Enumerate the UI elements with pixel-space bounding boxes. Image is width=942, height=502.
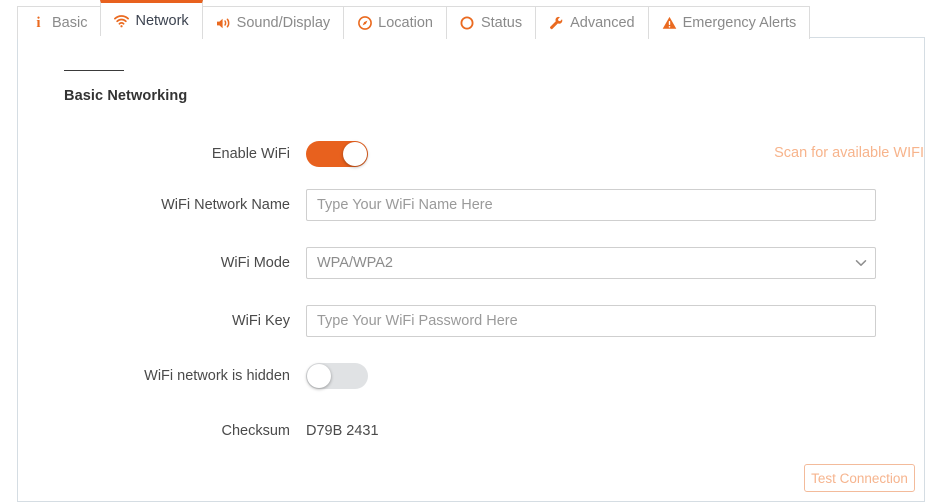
wifi-mode-select[interactable]: WPA/WPA2	[306, 247, 876, 279]
tab-basic[interactable]: i Basic	[17, 6, 102, 39]
tab-sound-display-label: Sound/Display	[236, 14, 331, 31]
checksum-label: Checksum	[221, 422, 291, 439]
tab-status-label: Status	[480, 14, 523, 31]
enable-wifi-field: Scan for available WIFI	[306, 141, 924, 167]
tab-advanced[interactable]: Advanced	[535, 6, 649, 39]
row-wifi-key: WiFi Key	[18, 305, 924, 337]
row-wifi-network-name: WiFi Network Name	[18, 189, 924, 221]
info-icon: i	[36, 14, 41, 31]
speaker-icon	[216, 16, 231, 31]
row-wifi-mode: WiFi Mode WPA/WPA2	[18, 247, 924, 279]
wifi-mode-label: WiFi Mode	[220, 254, 290, 271]
tab-basic-label: Basic	[52, 14, 88, 31]
wifi-key-label: WiFi Key	[232, 312, 290, 329]
tab-location[interactable]: Location	[343, 6, 447, 39]
enable-wifi-toggle-knob	[343, 142, 367, 166]
enable-wifi-label: Enable WiFi	[211, 145, 290, 162]
wifi-icon	[114, 14, 130, 29]
row-checksum: Checksum D79B 2431	[18, 415, 924, 447]
wifi-key-input[interactable]	[306, 305, 876, 337]
wifi-mode-field: WPA/WPA2	[306, 247, 924, 279]
wifi-network-name-field	[306, 189, 924, 221]
wifi-hidden-field	[306, 363, 924, 389]
circle-icon	[460, 16, 475, 31]
settings-window: i Basic Network Sound/Display Location S…	[0, 0, 942, 502]
wrench-icon	[549, 16, 564, 31]
tab-emergency-alerts[interactable]: Emergency Alerts	[647, 6, 811, 39]
wifi-mode-select-wrap: WPA/WPA2	[306, 247, 876, 279]
wifi-hidden-label: WiFi network is hidden	[144, 367, 290, 384]
row-wifi-hidden: WiFi network is hidden	[18, 360, 924, 392]
page-title: Basic Networking	[64, 88, 188, 104]
tab-advanced-label: Advanced	[570, 14, 635, 31]
right-margin	[926, 0, 942, 502]
tab-network[interactable]: Network	[100, 0, 203, 39]
settings-tabbar: i Basic Network Sound/Display Location S…	[17, 0, 811, 39]
tab-status[interactable]: Status	[445, 6, 537, 39]
wifi-network-name-input[interactable]	[306, 189, 876, 221]
scan-for-wifi-link[interactable]: Scan for available WIFI	[774, 145, 924, 161]
checksum-field: D79B 2431	[306, 424, 924, 439]
tab-location-label: Location	[378, 14, 433, 31]
wifi-key-field	[306, 305, 924, 337]
target-icon	[357, 16, 372, 31]
warning-icon	[662, 16, 677, 31]
network-settings-panel: Basic Networking Enable WiFi Scan for av…	[17, 37, 925, 502]
wifi-hidden-toggle[interactable]	[306, 363, 368, 389]
enable-wifi-toggle[interactable]	[306, 141, 368, 167]
tab-sound-display[interactable]: Sound/Display	[201, 6, 345, 39]
test-connection-button[interactable]: Test Connection	[804, 464, 915, 492]
wifi-network-name-label: WiFi Network Name	[161, 196, 290, 213]
active-tab-seam	[84, 36, 180, 39]
tab-network-label: Network	[135, 12, 189, 29]
tab-emergency-alerts-label: Emergency Alerts	[682, 14, 797, 31]
section-divider	[64, 70, 124, 71]
checksum-value: D79B 2431	[306, 422, 379, 439]
wifi-hidden-toggle-knob	[307, 364, 331, 388]
row-enable-wifi: Enable WiFi Scan for available WIFI	[18, 138, 924, 170]
